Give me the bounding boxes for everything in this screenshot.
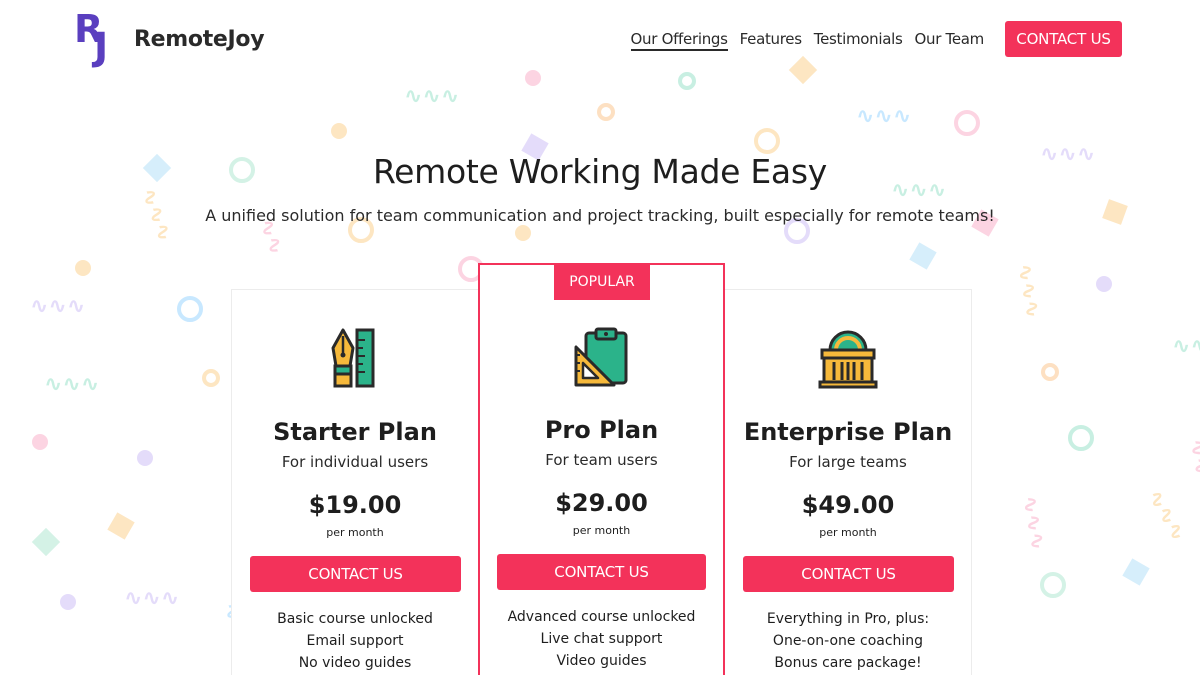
price-period: per month [819, 526, 877, 539]
pricing-card-enterprise: Enterprise Plan For large teams $49.00 p… [724, 289, 972, 675]
pen-ruler-icon [331, 328, 375, 388]
hero-subtitle: A unified solution for team communicatio… [205, 206, 995, 225]
plan-audience: For team users [545, 451, 658, 469]
building-icon [818, 330, 878, 389]
feature-item: Video guides [556, 653, 647, 669]
popular-badge: POPULAR [554, 263, 650, 300]
feature-item: Everything in Pro, plus: [766, 611, 930, 627]
feature-item: Advanced course unlocked [507, 609, 696, 625]
header-contact-button[interactable]: CONTACT US [1005, 21, 1122, 57]
pro-contact-button[interactable]: CONTACT US [497, 554, 706, 590]
plan-price: $19.00 [308, 491, 402, 519]
feature-item: Basic course unlocked [277, 611, 433, 627]
plan-audience: For individual users [281, 453, 429, 471]
enterprise-contact-button[interactable]: CONTACT US [743, 556, 954, 592]
feature-list: Everything in Pro, plus: One-on-one coac… [725, 608, 971, 674]
starter-contact-button[interactable]: CONTACT US [250, 556, 461, 592]
plan-name: Enterprise Plan [743, 418, 953, 446]
brand-name: RemoteJoy [134, 26, 265, 52]
logo-letter-j: J [94, 25, 109, 69]
plan-price: $49.00 [801, 491, 895, 519]
feature-list: Advanced course unlocked Live chat suppo… [480, 606, 723, 672]
nav-item-testimonials[interactable]: Testimonials [814, 30, 903, 51]
feature-item: No video guides [298, 655, 412, 671]
price-period: per month [572, 524, 631, 537]
plan-name: Starter Plan [273, 418, 437, 446]
feature-item: One-on-one coaching [772, 633, 924, 649]
brand-logo[interactable]: R J RemoteJoy [74, 10, 265, 68]
price-period: per month [326, 526, 384, 539]
feature-item: Bonus care package! [774, 655, 922, 671]
plan-audience: For large teams [789, 453, 907, 471]
plan-price: $29.00 [555, 489, 648, 517]
feature-item: Live chat support [540, 631, 663, 647]
logo-mark: R J [74, 10, 120, 68]
site-header: R J RemoteJoy Our Offerings Features Tes… [0, 0, 1200, 80]
clipboard-icon [574, 327, 627, 387]
pricing-card-pro: POPULAR Pro Plan For team users $29.00 p… [478, 263, 725, 675]
hero-title: Remote Working Made Easy [373, 152, 827, 191]
nav-item-our-offerings[interactable]: Our Offerings [630, 30, 728, 51]
nav-item-features[interactable]: Features [740, 30, 802, 51]
feature-list: Basic course unlocked Email support No v… [232, 608, 478, 674]
pricing-card-starter: Starter Plan For individual users $19.00… [231, 289, 479, 675]
feature-item: Email support [306, 633, 404, 649]
main-nav: Our Offerings Features Testimonials Our … [630, 30, 985, 51]
plan-name: Pro Plan [544, 416, 659, 444]
nav-item-our-team[interactable]: Our Team [915, 30, 985, 51]
